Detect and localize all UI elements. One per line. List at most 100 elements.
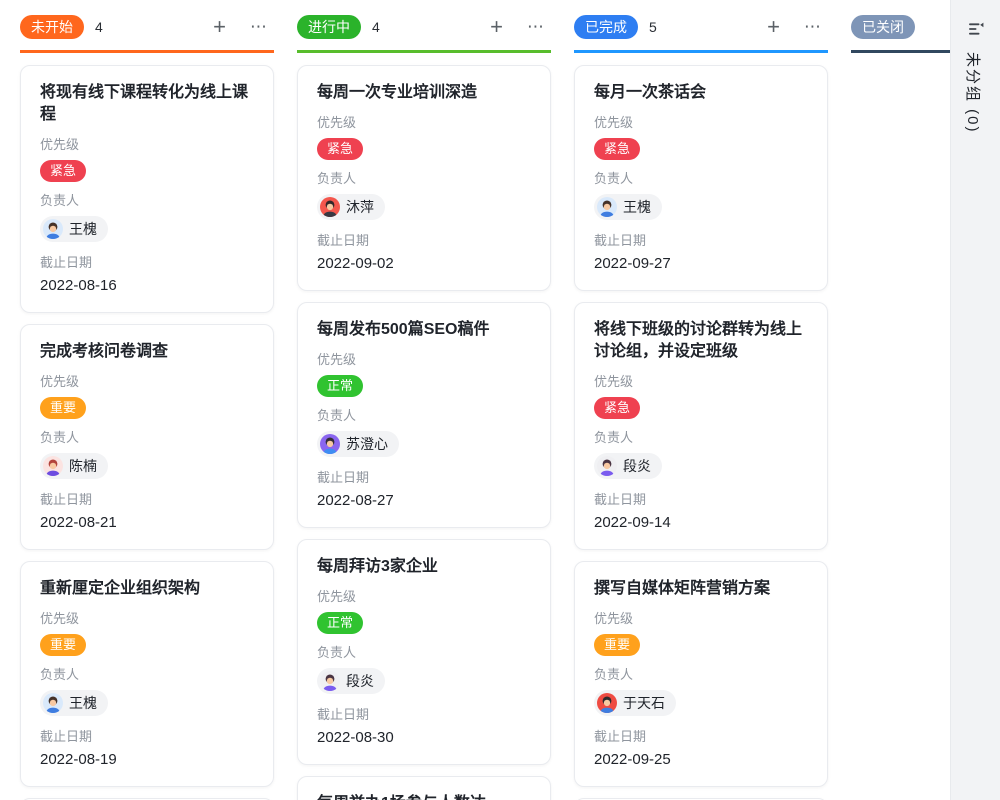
- task-card[interactable]: 每周拜访3家企业优先级正常负责人段炎截止日期2022-08-30: [297, 539, 551, 765]
- column-count: 4: [372, 19, 380, 35]
- add-card-button[interactable]: +: [490, 17, 503, 37]
- due-date-label: 截止日期: [594, 491, 808, 509]
- due-date-value: 2022-08-16: [40, 276, 254, 296]
- due-date-value: 2022-09-14: [594, 513, 808, 533]
- task-card[interactable]: 每周举办1场参与人数达3000+以上的营销活动: [297, 776, 551, 800]
- collapse-groups-icon[interactable]: [967, 20, 985, 43]
- assignee-chip[interactable]: 陈楠: [40, 453, 108, 479]
- assignee-avatar: [320, 197, 340, 217]
- task-title: 将线下班级的讨论群转为线上讨论组，并设定班级: [594, 319, 808, 363]
- due-date-value: 2022-08-27: [317, 491, 531, 511]
- due-date-value: 2022-09-25: [594, 750, 808, 770]
- assignee-name: 王槐: [69, 693, 97, 713]
- assignee-chip[interactable]: 苏澄心: [317, 431, 399, 457]
- board-column-not-started: 未开始4+⋯将现有线下课程转化为线上课程优先级紧急负责人王槐截止日期2022-0…: [20, 13, 274, 800]
- board-column-in-progress: 进行中4+⋯每周一次专业培训深造优先级紧急负责人沐萍截止日期2022-09-02…: [297, 13, 551, 800]
- task-title: 将现有线下课程转化为线上课程: [40, 82, 254, 126]
- priority-label: 优先级: [40, 373, 254, 391]
- assignee-name: 沐萍: [346, 197, 374, 217]
- due-date-value: 2022-08-19: [40, 750, 254, 770]
- priority-badge: 正常: [317, 612, 363, 634]
- task-card[interactable]: 将现有线下课程转化为线上课程优先级紧急负责人王槐截止日期2022-08-16: [20, 65, 274, 313]
- task-card[interactable]: 完成考核问卷调查优先级重要负责人陈楠截止日期2022-08-21: [20, 324, 274, 550]
- priority-badge: 重要: [40, 397, 86, 419]
- task-title: 每周举办1场参与人数达3000+以上的营销活动: [317, 793, 531, 800]
- priority-label: 优先级: [594, 373, 808, 391]
- assignee-avatar: [597, 197, 617, 217]
- task-title: 完成考核问卷调查: [40, 341, 254, 363]
- task-card[interactable]: 重新厘定企业组织架构优先级重要负责人王槐截止日期2022-08-19: [20, 561, 274, 787]
- priority-label: 优先级: [594, 114, 808, 132]
- ungrouped-label: 未分组 (0): [963, 52, 984, 134]
- ungrouped-side-panel[interactable]: 未分组 (0): [950, 0, 1000, 800]
- card-list: 每周一次专业培训深造优先级紧急负责人沐萍截止日期2022-09-02每周发布50…: [297, 65, 551, 800]
- column-more-button[interactable]: ⋯: [250, 17, 268, 37]
- assignee-name: 苏澄心: [346, 434, 388, 454]
- assignee-label: 负责人: [594, 666, 808, 684]
- assignee-avatar: [597, 693, 617, 713]
- column-count: 5: [649, 19, 657, 35]
- due-date-label: 截止日期: [317, 469, 531, 487]
- column-status-badge: 未开始: [20, 15, 84, 39]
- due-date-value: 2022-09-02: [317, 254, 531, 274]
- task-title: 每周发布500篇SEO稿件: [317, 319, 531, 341]
- kanban-board: 未开始4+⋯将现有线下课程转化为线上课程优先级紧急负责人王槐截止日期2022-0…: [0, 0, 1000, 800]
- due-date-label: 截止日期: [40, 728, 254, 746]
- assignee-avatar: [597, 456, 617, 476]
- due-date-label: 截止日期: [317, 232, 531, 250]
- column-status-badge: 进行中: [297, 15, 361, 39]
- assignee-label: 负责人: [594, 429, 808, 447]
- priority-badge: 紧急: [317, 138, 363, 160]
- task-title: 撰写自媒体矩阵营销方案: [594, 578, 808, 600]
- assignee-label: 负责人: [40, 192, 254, 210]
- due-date-value: 2022-08-21: [40, 513, 254, 533]
- assignee-chip[interactable]: 沐萍: [317, 194, 385, 220]
- priority-badge: 正常: [317, 375, 363, 397]
- priority-badge: 紧急: [594, 397, 640, 419]
- due-date-value: 2022-08-30: [317, 728, 531, 748]
- assignee-avatar: [43, 456, 63, 476]
- priority-badge: 紧急: [40, 160, 86, 182]
- priority-badge: 重要: [594, 634, 640, 656]
- task-card[interactable]: 将线下班级的讨论群转为线上讨论组，并设定班级优先级紧急负责人段炎截止日期 2022…: [574, 302, 828, 550]
- assignee-label: 负责人: [317, 644, 531, 662]
- column-more-button[interactable]: ⋯: [527, 17, 545, 37]
- column-header: 已完成 5 + ⋯: [574, 13, 828, 53]
- assignee-name: 王槐: [69, 219, 97, 239]
- column-more-button[interactable]: ⋯: [804, 17, 822, 37]
- assignee-chip[interactable]: 段炎: [594, 453, 662, 479]
- card-list: 将现有线下课程转化为线上课程优先级 紧急负责人王槐截止日期 2022-08-16 完成…: [20, 65, 274, 800]
- assignee-label: 负责人: [317, 407, 531, 425]
- board-column-done: 已完成5+⋯每月一次茶话会优先级紧急负责人王槐截止日期2022-09-27将线下…: [574, 13, 828, 800]
- assignee-name: 段炎: [346, 671, 374, 691]
- assignee-name: 王槐: [623, 197, 651, 217]
- priority-label: 优先级: [317, 114, 531, 132]
- task-card[interactable]: 每月一次茶话会优先级紧急负责人王槐截止日期2022-09-27: [574, 65, 828, 291]
- add-card-button[interactable]: +: [213, 17, 226, 37]
- task-card[interactable]: 每周一次专业培训深造优先级紧急负责人沐萍截止日期 2022-09-02: [297, 65, 551, 291]
- column-status-badge: 已完成: [574, 15, 638, 39]
- due-date-label: 截止日期: [594, 232, 808, 250]
- priority-label: 优先级: [594, 610, 808, 628]
- task-card[interactable]: 撰写自媒体矩阵营销方案优先级重要负责人于天石截止日期 2022-09-25: [574, 561, 828, 787]
- assignee-chip[interactable]: 王槐: [594, 194, 662, 220]
- card-list: 每月一次茶话会优先级紧急负责人王槐截止日期2022-09-27将线下班级的讨论群…: [574, 65, 828, 800]
- assignee-avatar: [320, 434, 340, 454]
- assignee-chip[interactable]: 王槐: [40, 690, 108, 716]
- assignee-name: 陈楠: [69, 456, 97, 476]
- assignee-chip[interactable]: 于天石: [594, 690, 676, 716]
- priority-badge: 紧急: [594, 138, 640, 160]
- assignee-chip[interactable]: 王槐: [40, 216, 108, 242]
- task-title: 每月一次茶话会: [594, 82, 808, 104]
- task-title: 每周拜访3家企业: [317, 556, 531, 578]
- add-card-button[interactable]: +: [767, 17, 780, 37]
- task-title: 每周一次专业培训深造: [317, 82, 531, 104]
- assignee-avatar: [320, 671, 340, 691]
- assignee-chip[interactable]: 段炎: [317, 668, 385, 694]
- due-date-label: 截止日期: [594, 728, 808, 746]
- task-card[interactable]: 每周发布500篇SEO稿件优先级正常负责人苏澄心截止日期2022-08-27: [297, 302, 551, 528]
- priority-badge: 重要: [40, 634, 86, 656]
- assignee-label: 负责人: [317, 170, 531, 188]
- due-date-value: 2022-09-27: [594, 254, 808, 274]
- assignee-name: 于天石: [623, 693, 665, 713]
